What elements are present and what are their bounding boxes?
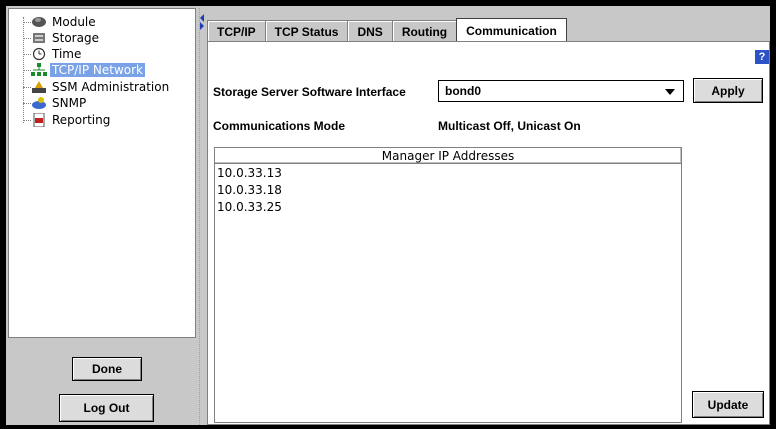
tree-connector: [23, 38, 31, 39]
snmp-icon: [31, 96, 47, 110]
tree-item-label: Storage: [52, 31, 99, 45]
interface-select[interactable]: bond0: [438, 80, 684, 102]
tree-connector: [23, 54, 31, 55]
tree-item-ssm-administration[interactable]: SSM Administration: [31, 79, 171, 95]
tab-tcp-status[interactable]: TCP Status: [264, 20, 349, 42]
module-icon: [31, 15, 47, 29]
tab-communication[interactable]: Communication: [456, 18, 567, 42]
tree-item-reporting[interactable]: Reporting: [31, 112, 112, 128]
tree-item-module[interactable]: Module: [31, 14, 98, 30]
update-button[interactable]: Update: [692, 391, 764, 418]
chevron-down-icon: [665, 89, 675, 95]
tree-item-tcpip-network[interactable]: TCP/IP Network: [31, 62, 145, 78]
tree-item-label: SNMP: [52, 96, 87, 110]
interface-select-value: bond0: [445, 84, 481, 98]
tree-item-label: Time: [52, 47, 82, 61]
help-icon[interactable]: ?: [755, 50, 769, 64]
collapse-left-arrow-icon[interactable]: [200, 14, 204, 22]
table-header[interactable]: Manager IP Addresses: [215, 148, 681, 164]
tree-item-label: SSM Administration: [52, 80, 170, 94]
tab-routing[interactable]: Routing: [391, 20, 458, 42]
tree-connector: [23, 70, 31, 71]
tree-connector: [23, 22, 31, 23]
communications-mode-value: Multicast Off, Unicast On: [438, 119, 581, 133]
tree-connector: [23, 103, 31, 104]
manager-ip-table: Manager IP Addresses 10.0.33.13 10.0.33.…: [214, 147, 682, 423]
clock-icon: [31, 47, 47, 61]
table-row[interactable]: 10.0.33.13: [215, 164, 681, 181]
navigation-tree: Module Storage Time TCP/IP Network SSM A…: [8, 8, 196, 338]
tree-item-label: Reporting: [52, 113, 111, 127]
tree-connector: [23, 120, 31, 121]
apply-button[interactable]: Apply: [693, 78, 763, 103]
communications-mode-label: Communications Mode: [213, 119, 346, 133]
tree-item-storage[interactable]: Storage: [31, 30, 101, 46]
expand-right-arrow-icon[interactable]: [200, 22, 204, 30]
log-out-button[interactable]: Log Out: [59, 394, 154, 422]
table-row[interactable]: 10.0.33.18: [215, 181, 681, 198]
tab-bar: TCP/IP TCP Status DNS Routing Communicat…: [207, 18, 567, 42]
app-window: Module Storage Time TCP/IP Network SSM A…: [0, 0, 776, 429]
settings-pane: TCP/IP TCP Status DNS Routing Communicat…: [205, 8, 770, 425]
tab-dns[interactable]: DNS: [347, 20, 393, 42]
tree-item-snmp[interactable]: SNMP: [31, 95, 88, 111]
done-button[interactable]: Done: [72, 357, 142, 381]
interface-label: Storage Server Software Interface: [213, 85, 406, 99]
navigation-pane: Module Storage Time TCP/IP Network SSM A…: [8, 8, 198, 425]
report-icon: [31, 112, 47, 128]
tree-item-time[interactable]: Time: [31, 46, 83, 62]
network-icon: [31, 63, 47, 77]
tree-connector: [23, 87, 31, 88]
tab-content: ? Storage Server Software Interface bond…: [207, 41, 770, 425]
table-row[interactable]: 10.0.33.25: [215, 198, 681, 215]
admin-icon: [31, 80, 47, 94]
tab-tcpip[interactable]: TCP/IP: [207, 20, 266, 42]
tree-item-label: TCP/IP Network: [50, 63, 145, 77]
tree-item-label: Module: [52, 15, 96, 29]
storage-icon: [31, 31, 47, 45]
